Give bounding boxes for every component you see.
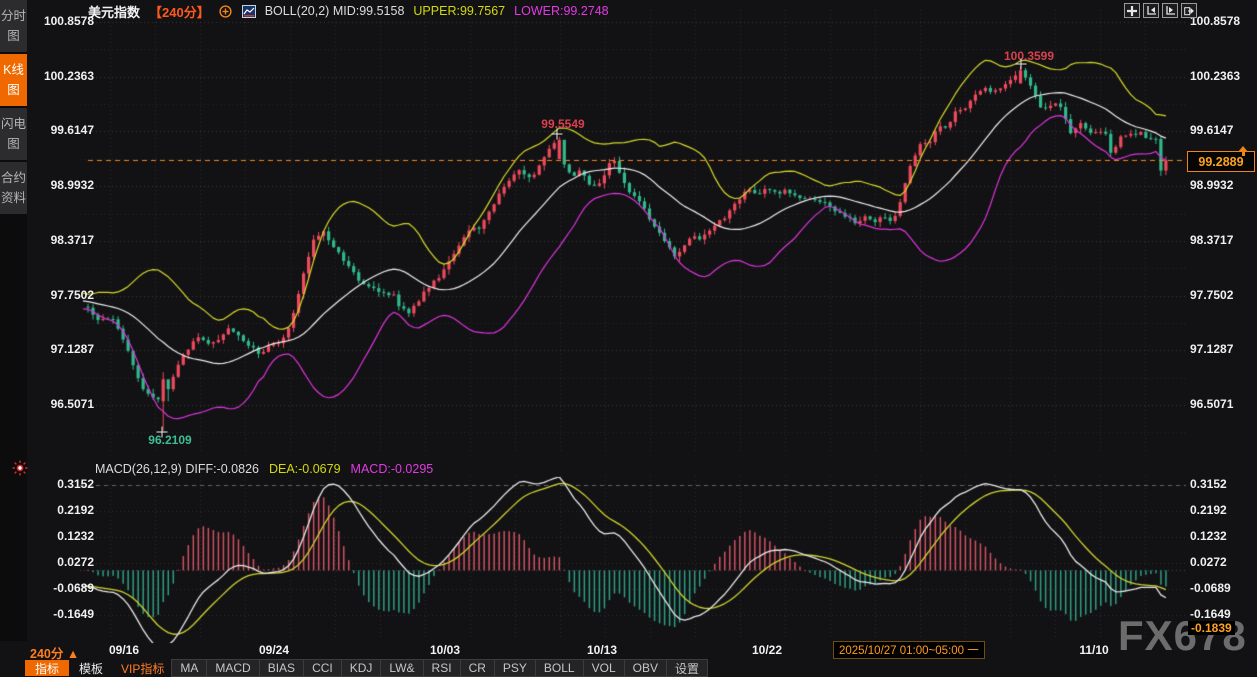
macd-axis-right-label: -0.0689	[1190, 581, 1231, 595]
macd-axis-right-label: 0.2192	[1190, 503, 1227, 517]
toolbar-item-MACD[interactable]: MACD	[206, 659, 260, 677]
toolbar-item-RSI[interactable]: RSI	[422, 659, 461, 677]
toolbar-item-LW&[interactable]: LW&	[380, 659, 424, 677]
date-tick-09/24: 09/24	[258, 643, 290, 657]
price-axis-left-label: 98.9932	[50, 178, 94, 193]
macd-axis-right-label: 0.3152	[1190, 477, 1227, 491]
macd-axis-right-label: -0.1649	[1190, 607, 1231, 621]
swing-low-marker-icon	[156, 426, 168, 438]
chart-canvas[interactable]	[0, 0, 1257, 677]
indicator-thumbnail-icon[interactable]	[241, 4, 256, 18]
crosshair-icon[interactable]	[1124, 3, 1140, 18]
toolbar-item-VOL[interactable]: VOL	[582, 659, 625, 677]
macd-axis-right-label: 0.1232	[1190, 529, 1227, 543]
toolbar-item-KDJ[interactable]: KDJ	[340, 659, 382, 677]
sidebar-tab-K线图[interactable]: K线图	[0, 54, 27, 106]
macd-axis-left-label: -0.1649	[53, 607, 94, 621]
date-tick-10/03: 10/03	[429, 643, 461, 657]
chart-app: 分时图 K线图 闪电图 合约资料 美元指数 【240分】 BOLL(20,2) MID…	[0, 0, 1257, 677]
toolbar-item-BOLL[interactable]: BOLL	[534, 659, 584, 677]
date-tick-11/10: 11/10	[1079, 643, 1109, 657]
macd-axis-left-label: -0.0689	[53, 581, 94, 595]
macd-axis-left-label: 0.2192	[57, 503, 94, 517]
date-tick-10/13: 10/13	[586, 643, 618, 657]
sidebar: 分时图 K线图 闪电图 合约资料	[0, 0, 27, 641]
price-axis-right-label: 100.2363	[1190, 68, 1241, 83]
price-axis-left-label: 100.8578	[43, 14, 94, 28]
toolbar-item-CR[interactable]: CR	[459, 659, 495, 677]
toolbar-item-PSY[interactable]: PSY	[493, 659, 536, 677]
peak-annotation: 100.3599	[1003, 49, 1055, 63]
toolbar-item-模板[interactable]: 模板	[69, 660, 113, 676]
sidebar-tab-闪电图[interactable]: 闪电图	[0, 108, 27, 160]
symbol-name: 美元指数	[88, 4, 141, 20]
sidebar-tab-合约资料[interactable]: 合约资料	[0, 162, 27, 214]
macd-dea-value: DEA:-0.0679	[268, 461, 341, 476]
date-axis-row: 240分 ▲ 09/16 09/24 10/03 10/13 10/22 11/10 20…	[0, 641, 1257, 661]
date-tick-10/22: 10/22	[751, 643, 783, 657]
price-axis-left-label: 99.6147	[50, 123, 94, 138]
chart-header: 美元指数 【240分】 BOLL(20,2) MID:99.5158 UPPER…	[88, 3, 609, 20]
price-axis-left-label: 97.7502	[50, 287, 94, 302]
swing-high-marker-icon	[551, 128, 563, 140]
price-axis-left-label: 96.5071	[50, 397, 94, 412]
toolbar-item-VIP指标[interactable]: VIP指标	[113, 660, 172, 676]
price-axis-right-label: 98.9932	[1190, 178, 1234, 193]
boll-lower-value: LOWER:99.2748	[514, 4, 609, 18]
macd-axis-left-label: 0.3152	[57, 477, 94, 491]
zoom-out-circle-icon[interactable]	[219, 4, 233, 18]
macd-axis-left-label: 0.0272	[57, 555, 94, 569]
price-axis-right-label: 99.6147	[1190, 123, 1234, 138]
macd-header: MACD(26,12,9) DIFF:-0.0826 DEA:-0.0679 M…	[95, 461, 433, 476]
toolbar-item-设置[interactable]: 设置	[665, 659, 708, 677]
macd-hist-value: MACD:-0.0295	[350, 461, 434, 476]
price-axis-right-label: 100.8578	[1190, 14, 1241, 28]
toolbar-item-BIAS[interactable]: BIAS	[258, 659, 305, 677]
price-axis-right-label: 97.1287	[1190, 342, 1234, 357]
indicator-toolbar: 指标 模板 VIP指标 MA MACD BIAS CCI KDJ LW& RSI CR PSY BOLL…	[25, 659, 708, 677]
chart-tool-buttons	[1124, 3, 1197, 18]
peak-marker-icon	[1015, 58, 1027, 70]
boll-upper-value: UPPER:99.7567	[413, 4, 506, 18]
current-price-label: 99.2889	[1187, 151, 1255, 172]
period-label: 【240分】	[149, 4, 210, 20]
exit-view-icon[interactable]	[1181, 3, 1197, 18]
macd-title-diff: MACD(26,12,9) DIFF:-0.0826	[95, 461, 259, 476]
price-marker-icon[interactable]	[1238, 146, 1248, 156]
macd-axis-right-label: 0.0272	[1190, 555, 1227, 569]
price-axis-right-label: 96.5071	[1190, 397, 1234, 412]
axis-zoom-in-icon[interactable]	[1143, 3, 1159, 18]
sidebar-tab-分时图[interactable]: 分时图	[0, 0, 27, 52]
macd-current-axis-label: -0.1839	[1188, 621, 1235, 635]
pane-splitter-icon[interactable]	[12, 460, 28, 476]
axis-zoom-out-icon[interactable]	[1162, 3, 1178, 18]
price-axis-left-label: 100.2363	[43, 68, 94, 83]
swing-high-annotation: 99.5549	[541, 117, 585, 131]
price-axis-left-label: 98.3717	[50, 232, 94, 247]
macd-axis-left-label: 0.1232	[57, 529, 94, 543]
price-axis-right-label: 97.7502	[1190, 287, 1234, 302]
swing-low-annotation: 96.2109	[148, 433, 192, 447]
toolbar-item-MA[interactable]: MA	[171, 659, 208, 677]
price-axis-left-label: 97.1287	[50, 342, 94, 357]
hover-date-tooltip: 2025/10/27 01:00~05:00 一	[833, 641, 985, 659]
price-axis-right-label: 98.3717	[1190, 232, 1234, 247]
boll-mid-value: BOLL(20,2) MID:99.5158	[264, 4, 405, 18]
date-tick-09/16: 09/16	[108, 643, 140, 657]
toolbar-item-CCI[interactable]: CCI	[303, 659, 342, 677]
toolbar-item-OBV[interactable]: OBV	[623, 659, 667, 677]
toolbar-item-指标[interactable]: 指标	[25, 660, 70, 676]
